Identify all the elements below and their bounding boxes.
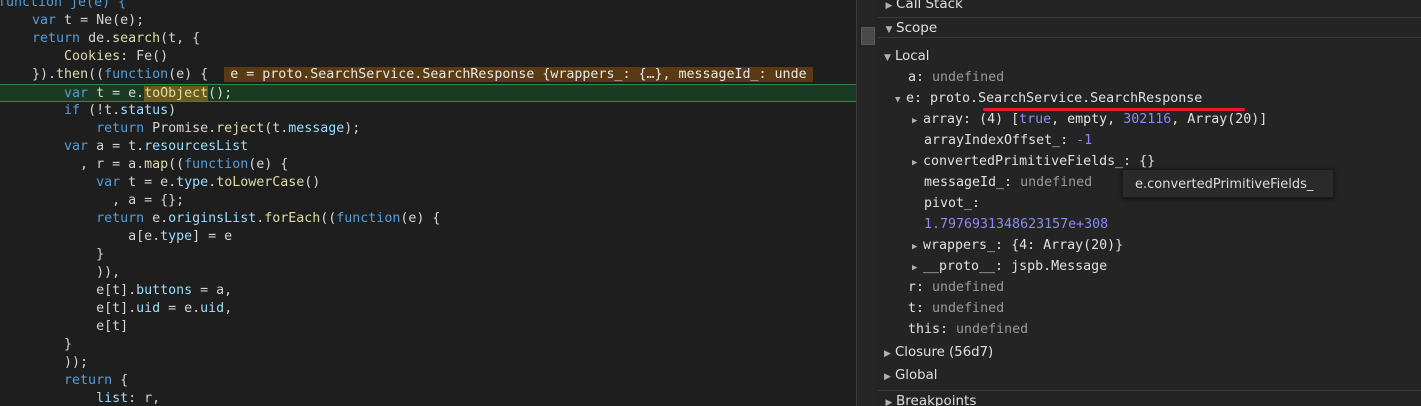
editor-scrollbar[interactable] — [856, 0, 879, 406]
collapse-arrow-icon: ▼ — [895, 95, 901, 105]
scope-var-this[interactable]: this: undefined — [908, 320, 1028, 340]
expand-arrow-icon: ▶ — [884, 349, 891, 359]
scope-prop-wrappers[interactable]: ▶ wrappers_: {4: Array(20)} — [912, 236, 1123, 256]
scope-local[interactable]: ▼ Local — [884, 47, 929, 67]
code-line-18: e[t].uid = e.uid, — [0, 301, 233, 316]
code-line-7: if (!t.status) — [0, 103, 177, 118]
code-line-2: var t = Ne(e); — [0, 13, 145, 28]
scope-prop-pivot-value: 1.7976931348623157e+308 — [924, 217, 1109, 232]
inline-debug-value[interactable]: e = proto.SearchService.SearchResponse {… — [224, 67, 813, 82]
code-line-13: return e.originsList.forEach((function(e… — [0, 211, 441, 226]
scope-var-t[interactable]: t: undefined — [908, 299, 1004, 319]
code-line-4: Cookies: Fe() — [0, 49, 169, 64]
expand-arrow-icon: ▶ — [885, 1, 893, 11]
expand-arrow-icon: ▶ — [912, 158, 918, 168]
scope-prop-message-id[interactable]: messageId_: undefined — [924, 173, 1092, 193]
code-line-10: , r = a.map((function(e) { — [0, 157, 289, 172]
expand-arrow-icon: ▶ — [912, 263, 918, 273]
scope-prop-pivot[interactable]: pivot_: — [924, 194, 980, 214]
scrollbar-thumb[interactable] — [861, 27, 875, 45]
scope-prop-proto[interactable]: ▶ __proto__: jspb.Message — [912, 257, 1107, 277]
scope-var-r[interactable]: r: undefined — [908, 278, 1004, 298]
code-line-17: e[t].buttons = a, — [0, 283, 233, 298]
code-line-20: } — [0, 337, 73, 352]
collapse-arrow-icon: ▼ — [885, 25, 893, 35]
section-scope[interactable]: ▼ Scope — [878, 17, 1421, 38]
code-line-12: , a = {}; — [0, 193, 185, 208]
expand-arrow-icon: ▶ — [912, 116, 918, 126]
property-tooltip: e.convertedPrimitiveFields_ — [1122, 169, 1334, 198]
expand-arrow-icon: ▶ — [912, 242, 918, 252]
scope-var-e[interactable]: ▼ e: proto.SearchService.SearchResponse — [895, 89, 1202, 109]
code-line-19: e[t] — [0, 319, 129, 334]
code-line-14: a[e.type] = e — [0, 229, 233, 244]
scope-var-a[interactable]: a: undefined — [908, 68, 1004, 88]
scope-global[interactable]: ▶ Global — [884, 366, 937, 386]
code-line-5: }).then((function(e) { e = proto.SearchS… — [0, 66, 813, 84]
expand-arrow-icon: ▶ — [884, 372, 891, 382]
code-line-8: return Promise.reject(t.message); — [0, 121, 361, 136]
current-execution-line: var t = e.toObject(); — [0, 84, 856, 102]
code-line-9: var a = t.resourcesList — [0, 139, 249, 154]
section-breakpoints[interactable]: ▶ Breakpoints — [878, 390, 1421, 406]
scope-prop-array-index-offset[interactable]: arrayIndexOffset_: -1 — [924, 131, 1092, 151]
code-line-22: return { — [0, 373, 129, 388]
collapse-arrow-icon: ▼ — [884, 53, 891, 63]
code-line-3: return de.search(t, { — [0, 31, 201, 46]
section-call-stack[interactable]: ▶ Call Stack — [878, 0, 1421, 15]
debugger-sidebar: ▶ Call Stack ▼ Scope ▼ Local a: undefined ▼… — [878, 0, 1421, 406]
code-line-23: list: r, — [0, 391, 161, 406]
code-line-1: function je(e) { — [0, 0, 127, 10]
code-line-15: } — [0, 247, 105, 262]
expand-arrow-icon: ▶ — [885, 398, 893, 406]
code-line-21: )); — [0, 355, 89, 370]
code-editor[interactable]: function je(e) { var t = Ne(e); return d… — [0, 0, 856, 406]
code-line-11: var t = e.type.toLowerCase() — [0, 175, 321, 190]
red-underline-annotation — [983, 108, 1245, 111]
code-line-16: )), — [0, 265, 121, 280]
scope-prop-converted-primitive-fields[interactable]: ▶ convertedPrimitiveFields_: {} — [912, 152, 1155, 172]
scope-closure[interactable]: ▶ Closure (56d7) — [884, 343, 993, 363]
scope-prop-array[interactable]: ▶ array: (4) [true, empty, 302116, Array(… — [912, 110, 1267, 130]
